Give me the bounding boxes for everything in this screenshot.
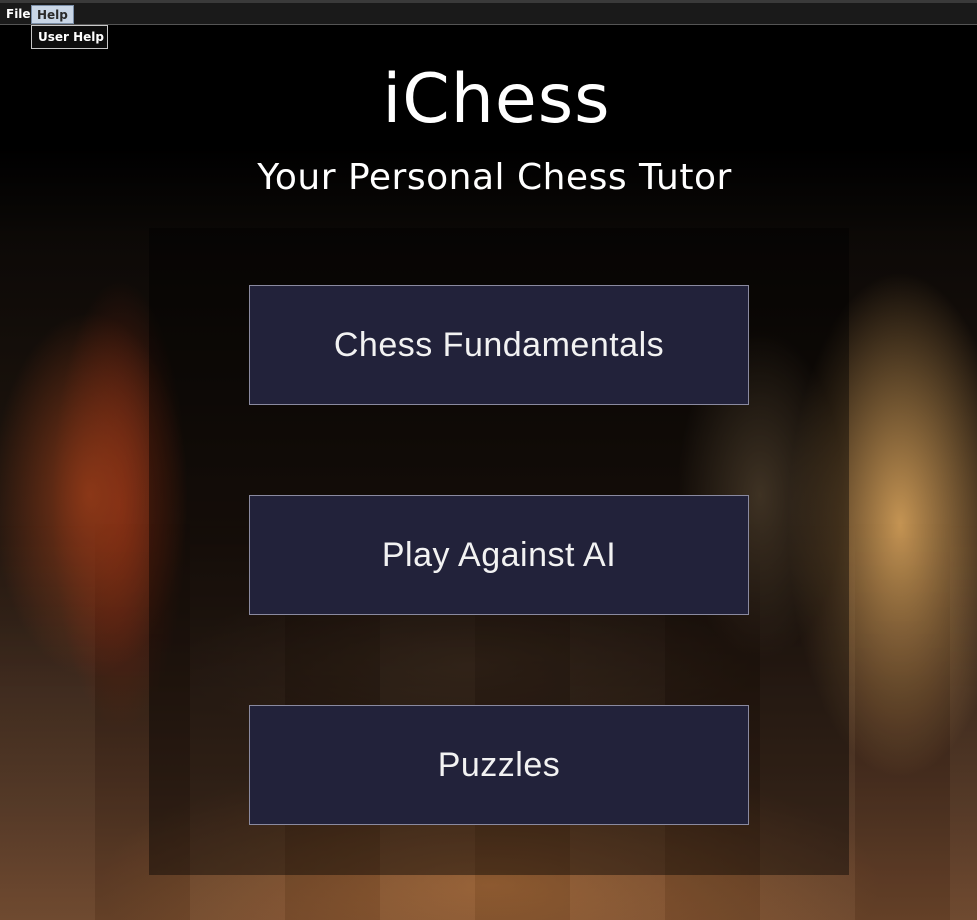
play-against-ai-button-label: Play Against AI — [381, 535, 617, 574]
app-subtitle: Your Personal Chess Tutor — [257, 157, 732, 198]
app-title: iChess — [382, 60, 611, 139]
menu-help[interactable]: Help — [31, 5, 74, 24]
menu-item-user-help[interactable]: User Help — [38, 30, 104, 44]
help-dropdown: User Help — [31, 25, 108, 49]
menu-bar: File Help — [0, 0, 977, 25]
chess-fundamentals-button-label: Chess Fundamentals — [333, 325, 665, 364]
play-against-ai-button[interactable]: Play Against AI — [249, 495, 749, 615]
chess-fundamentals-button[interactable]: Chess Fundamentals — [249, 285, 749, 405]
puzzles-button-label: Puzzles — [437, 745, 561, 784]
puzzles-button[interactable]: Puzzles — [249, 705, 749, 825]
app-window: File Help User Help iChess Your Personal… — [0, 0, 977, 920]
